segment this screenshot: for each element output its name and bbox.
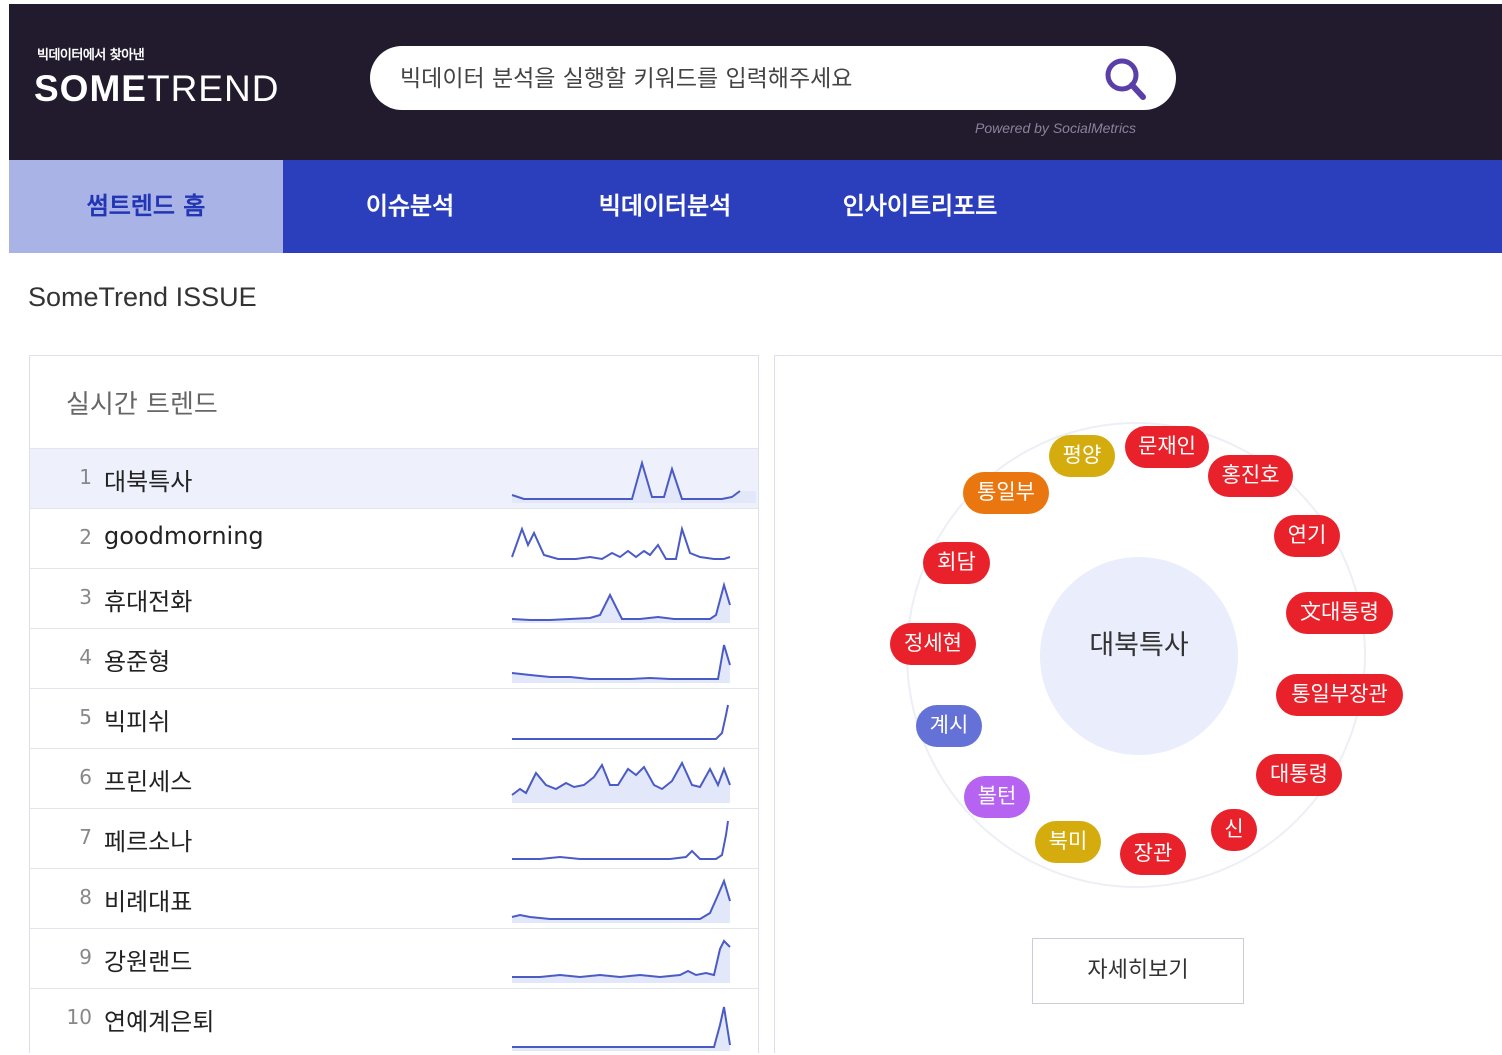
trend-row-7[interactable]: 7 페르소나 xyxy=(30,808,758,868)
trend-rank: 7 xyxy=(79,825,92,849)
nav-tab-issue-analysis[interactable]: 이슈분석 xyxy=(330,160,490,253)
nav-tab-bigdata-analysis[interactable]: 빅데이터분석 xyxy=(575,160,755,253)
trend-keyword: 휴대전화 xyxy=(104,588,193,616)
cloud-keyword[interactable]: 정세현 xyxy=(890,623,976,665)
trend-sparkline xyxy=(511,525,731,561)
search-box xyxy=(370,46,1176,110)
cloud-keyword[interactable]: 북미 xyxy=(1035,821,1101,863)
trend-sparkline xyxy=(511,459,756,503)
cloud-keyword[interactable]: 회담 xyxy=(923,542,990,584)
brand-logo[interactable]: SOMETREND xyxy=(34,68,279,110)
trend-row-2[interactable]: 2 goodmorning xyxy=(30,508,758,568)
cloud-keyword[interactable]: 대통령 xyxy=(1256,754,1342,796)
cloud-keyword[interactable]: 장관 xyxy=(1120,833,1186,875)
cloud-keyword[interactable]: 볼턴 xyxy=(964,776,1030,818)
nav-tab-insight-report[interactable]: 인사이트리포트 xyxy=(820,160,1020,253)
brand-logo-some: SOME xyxy=(34,68,147,109)
trend-row-9[interactable]: 9 강원랜드 xyxy=(30,928,758,988)
cloud-keyword[interactable]: 文대통령 xyxy=(1286,592,1393,634)
trend-keyword: 비례대표 xyxy=(104,888,193,916)
trend-keyword: 연예계은퇴 xyxy=(104,1008,215,1036)
trend-rank: 4 xyxy=(79,645,92,669)
cloud-keyword[interactable]: 평양 xyxy=(1049,435,1115,477)
trend-rank: 10 xyxy=(66,1005,92,1029)
trend-keyword: 빅피쉬 xyxy=(104,708,171,736)
trend-keyword: 대북특사 xyxy=(104,468,193,496)
brand-logo-trend: TREND xyxy=(146,68,280,109)
trend-rank: 5 xyxy=(79,705,92,729)
nav-tab-home[interactable]: 썸트렌드 홈 xyxy=(9,160,283,253)
center-keyword: 대북특사 xyxy=(1089,630,1189,661)
cloud-keyword[interactable]: 통일부장관 xyxy=(1276,674,1403,716)
trend-keyword: 프린세스 xyxy=(104,768,193,796)
trend-sparkline xyxy=(512,820,729,860)
search-icon xyxy=(1105,58,1146,100)
trend-rank: 2 xyxy=(79,525,92,549)
search-input[interactable] xyxy=(398,60,1092,98)
trend-row-3[interactable]: 3 휴대전화 xyxy=(30,568,758,628)
cloud-keyword[interactable]: 신 xyxy=(1211,809,1257,851)
trend-sparkline xyxy=(512,704,729,740)
trend-sparkline xyxy=(511,878,731,923)
cloud-keyword[interactable]: 홍진호 xyxy=(1208,455,1293,497)
trend-sparkline xyxy=(512,939,731,983)
trend-row-10[interactable]: 10 연예계은퇴 xyxy=(30,988,758,1051)
trend-rank: 6 xyxy=(79,765,92,789)
trend-row-5[interactable]: 5 빅피쉬 xyxy=(30,688,758,748)
trend-keyword: 강원랜드 xyxy=(104,948,193,976)
search-button[interactable] xyxy=(1098,52,1154,104)
trend-sparkline xyxy=(511,644,731,683)
trend-sparkline xyxy=(512,1006,731,1051)
trend-row-8[interactable]: 8 비례대표 xyxy=(30,868,758,928)
trend-rank: 1 xyxy=(79,465,92,489)
cloud-keyword[interactable]: 문재인 xyxy=(1125,426,1209,468)
trend-row-4[interactable]: 4 용준형 xyxy=(30,628,758,688)
cloud-keyword[interactable]: 연기 xyxy=(1274,515,1340,557)
trend-rank: 3 xyxy=(79,585,92,609)
trend-sparkline xyxy=(511,581,731,623)
realtime-trend-title: 실시간 트렌드 xyxy=(66,390,218,420)
view-detail-button[interactable]: 자세히보기 xyxy=(1032,938,1244,1004)
section-title: SomeTrend ISSUE xyxy=(28,282,257,312)
trend-row-1[interactable]: 1 대북특사 xyxy=(30,448,758,508)
trend-rank: 8 xyxy=(79,885,92,909)
trend-rank: 9 xyxy=(79,945,92,969)
cloud-keyword[interactable]: 통일부 xyxy=(963,472,1049,514)
brand-tagline: 빅데이터에서 찾아낸 xyxy=(37,48,145,63)
trend-row-6[interactable]: 6 프린세스 xyxy=(30,748,758,808)
powered-by-text: Powered by SocialMetrics xyxy=(975,120,1137,136)
trend-keyword: goodmorning xyxy=(104,522,264,550)
trend-sparkline xyxy=(511,760,731,803)
cloud-keyword[interactable]: 계시 xyxy=(916,705,982,747)
trend-keyword: 페르소나 xyxy=(104,828,193,856)
trend-keyword: 용준형 xyxy=(104,648,171,676)
